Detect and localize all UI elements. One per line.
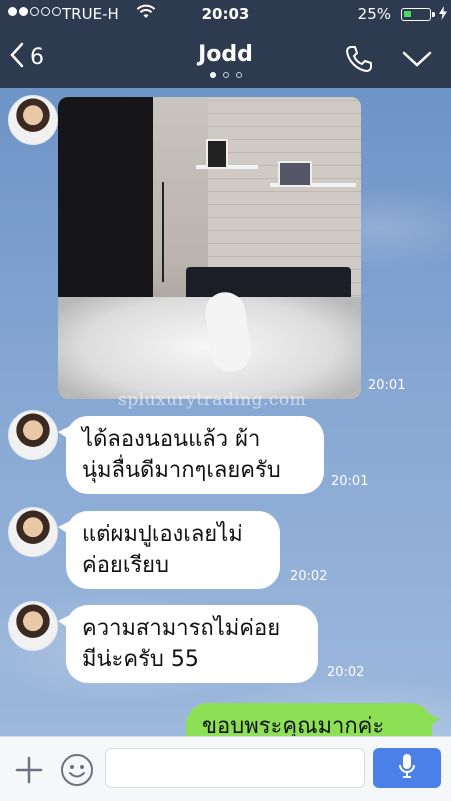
chevron-down-icon[interactable]: [402, 50, 432, 72]
message-text-line: มีน่ะครับ 55: [82, 647, 199, 672]
message-text-line: ค่อยเรียบ: [82, 553, 170, 578]
top-bar: TRUE-H 20:03 25% 6 Jodd: [0, 0, 451, 88]
microphone-button[interactable]: [373, 748, 441, 788]
page-indicator: [0, 72, 451, 78]
message-time: 20:02: [327, 665, 365, 680]
chat-title: Jodd: [198, 42, 253, 67]
page-dot: [222, 72, 229, 78]
message-bubble[interactable]: ได้ลองนอนแล้ว ผ้า นุ่มลื่นดีมากๆเลยครับ: [58, 416, 324, 494]
message-time: 20:01: [331, 474, 369, 489]
battery-fill: [404, 11, 411, 17]
message-time: 20:02: [290, 569, 328, 584]
photo-content: [162, 182, 164, 282]
avatar[interactable]: [8, 410, 58, 460]
page-dot: [235, 72, 242, 78]
message-bubble[interactable]: ความสามารถไม่ค่อย มีน่ะครับ 55: [58, 605, 318, 683]
photo-content: [58, 97, 153, 327]
message-text-line: ได้ลองนอนแล้ว ผ้า: [82, 427, 261, 452]
message-text-line: นุ่มลื่นดีมากๆเลยครับ: [82, 458, 281, 483]
plus-icon[interactable]: [14, 755, 44, 789]
battery-tip: [432, 12, 435, 17]
message-text-line: ความสามารถไม่ค่อย: [82, 616, 281, 641]
photo-content: [206, 139, 228, 169]
phone-icon[interactable]: [344, 44, 374, 78]
photo-message[interactable]: [58, 97, 361, 399]
message-bubble[interactable]: แต่ผมปูเองเลยไม่ ค่อยเรียบ: [58, 511, 280, 589]
photo-content: [278, 161, 312, 187]
watermark: spluxurytrading.com: [118, 390, 307, 410]
charging-icon: [439, 6, 447, 24]
battery-percent: 25%: [357, 5, 391, 23]
page-dot: [209, 72, 216, 78]
message-text-line: แต่ผมปูเองเลยไม่: [82, 522, 243, 547]
microphone-icon: [397, 752, 417, 784]
avatar[interactable]: [8, 95, 58, 145]
input-bar: [0, 736, 451, 801]
battery-icon: [401, 8, 431, 21]
message-input[interactable]: [105, 748, 365, 788]
message-time: 20:01: [368, 378, 406, 393]
avatar[interactable]: [8, 507, 58, 557]
avatar[interactable]: [8, 601, 58, 651]
emoji-icon[interactable]: [60, 753, 94, 791]
status-bar: TRUE-H 20:03 25%: [0, 0, 451, 30]
